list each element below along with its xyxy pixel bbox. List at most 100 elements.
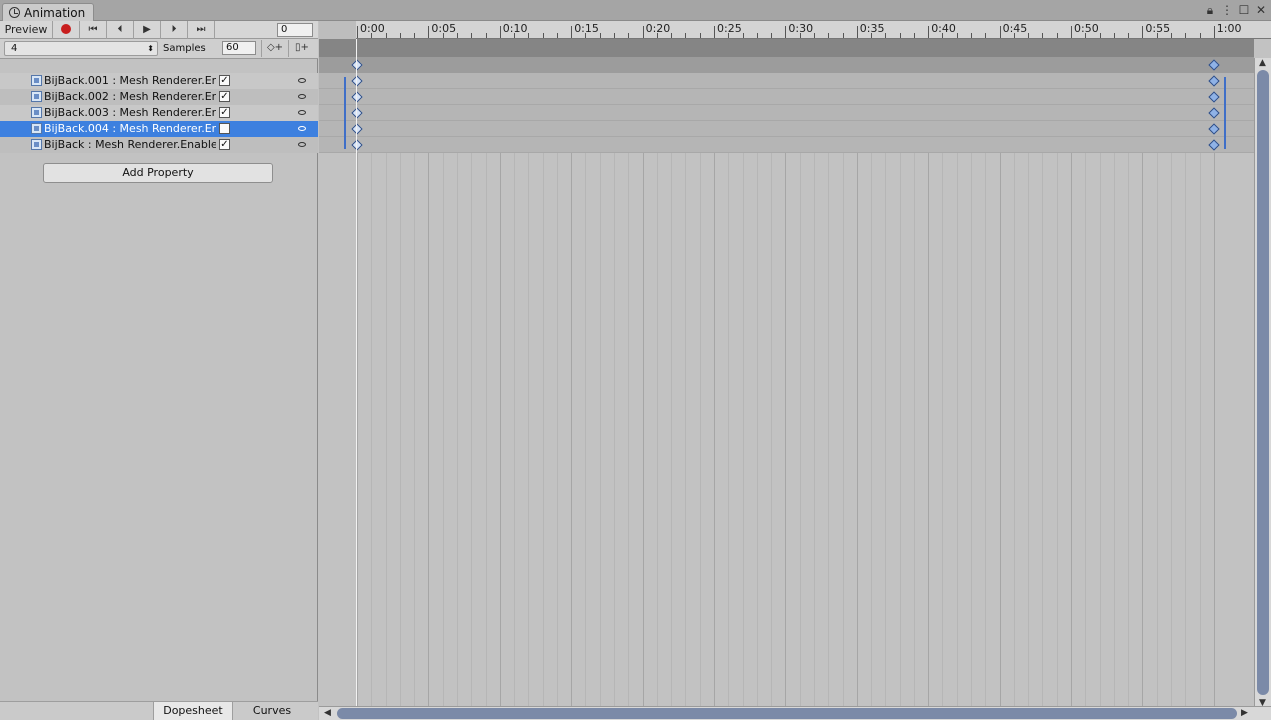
frame-input[interactable]: 0 xyxy=(277,23,313,37)
mesh-renderer-icon xyxy=(31,107,42,118)
property-row[interactable]: BijBack.002 : Mesh Renderer.Enabled ✓ xyxy=(0,89,318,105)
ruler-minor-tick xyxy=(471,33,473,38)
play-icon[interactable]: ▶ xyxy=(134,21,161,39)
visibility-icon[interactable] xyxy=(298,110,306,115)
ruler-minor-tick xyxy=(628,33,630,38)
clip-dropdown[interactable]: 4 ⬍ xyxy=(4,41,158,56)
tab-animation-label: Animation xyxy=(24,6,86,20)
ruler-minor-tick xyxy=(842,33,844,38)
clock-icon xyxy=(9,7,20,18)
visibility-icon[interactable] xyxy=(298,78,306,83)
tick-label: 0:35 xyxy=(859,22,885,35)
ruler-minor-tick xyxy=(1056,33,1058,38)
horizontal-scrollbar[interactable]: ◀ ▶ xyxy=(319,706,1271,720)
track-row[interactable] xyxy=(319,137,1254,153)
ruler-minor-tick xyxy=(514,33,516,38)
mesh-renderer-icon xyxy=(31,91,42,102)
summary-track[interactable] xyxy=(319,57,1254,74)
ruler-minor-tick xyxy=(885,33,887,38)
enabled-checkbox[interactable]: ✓ xyxy=(219,91,230,102)
horizontal-scroll-thumb[interactable] xyxy=(337,708,1237,719)
property-label: BijBack.002 : Mesh Renderer.Enabled xyxy=(44,90,216,103)
visibility-icon[interactable] xyxy=(298,126,306,131)
add-event-icon[interactable]: ▯+ xyxy=(288,40,315,57)
tab-dopesheet[interactable]: Dopesheet xyxy=(153,702,233,720)
record-button[interactable] xyxy=(53,21,80,39)
tick-label: 0:10 xyxy=(502,22,528,35)
tab-animation[interactable]: Animation xyxy=(2,3,94,21)
track-row[interactable] xyxy=(319,121,1254,137)
menu-icon[interactable]: ⋮ xyxy=(1220,3,1234,17)
ruler-minor-tick xyxy=(1099,33,1101,38)
dopesheet-timeline[interactable]: 0:00 0:05 0:10 0:15 0:20 0:25 0:30 0:35 0:40 0:45… xyxy=(319,21,1271,720)
vertical-scrollbar[interactable]: ▲ ▼ xyxy=(1254,58,1271,708)
property-row[interactable]: BijBack.001 : Mesh Renderer.Enabled ✓ xyxy=(0,73,318,89)
track-row[interactable] xyxy=(319,105,1254,121)
enabled-checkbox[interactable]: ✓ xyxy=(219,75,230,86)
ruler-minor-tick xyxy=(899,33,901,38)
ruler-minor-tick xyxy=(456,33,458,38)
selection-bracket-left[interactable] xyxy=(344,77,346,149)
last-key-icon[interactable]: ⏭ xyxy=(188,21,215,39)
scroll-up-icon[interactable]: ▲ xyxy=(1259,58,1266,68)
samples-input[interactable]: 60 xyxy=(222,41,256,55)
ruler-minor-tick xyxy=(414,33,416,38)
property-row[interactable]: BijBack.003 : Mesh Renderer.Enabled ✓ xyxy=(0,105,318,121)
property-row[interactable]: BijBack : Mesh Renderer.Enabled ✓ xyxy=(0,137,318,153)
track-row[interactable] xyxy=(319,73,1254,89)
ruler-minor-tick xyxy=(485,33,487,38)
scroll-right-icon[interactable]: ▶ xyxy=(1241,708,1248,718)
time-ruler[interactable]: 0:00 0:05 0:10 0:15 0:20 0:25 0:30 0:35 0:40 0:45… xyxy=(319,21,1271,39)
maximize-icon[interactable]: ☐ xyxy=(1237,3,1251,17)
ruler-major-tick xyxy=(1142,26,1144,38)
playhead-line[interactable] xyxy=(356,39,357,707)
ruler-minor-tick xyxy=(913,33,915,38)
enabled-checkbox[interactable] xyxy=(219,123,230,134)
visibility-icon[interactable] xyxy=(298,142,306,147)
mesh-renderer-icon xyxy=(31,139,42,150)
ruler-major-tick xyxy=(928,26,930,38)
enabled-checkbox[interactable]: ✓ xyxy=(219,107,230,118)
close-icon[interactable]: ✕ xyxy=(1254,3,1268,17)
ruler-minor-tick xyxy=(1156,33,1158,38)
lock-icon[interactable]: 🔒︎ xyxy=(1203,3,1217,17)
mesh-renderer-icon xyxy=(31,123,42,134)
enabled-checkbox[interactable]: ✓ xyxy=(219,139,230,150)
add-property-button[interactable]: Add Property xyxy=(43,163,273,183)
ruler-major-tick xyxy=(999,26,1001,38)
track-row[interactable] xyxy=(319,89,1254,105)
ruler-major-tick xyxy=(714,26,715,38)
ruler-minor-tick xyxy=(442,33,444,38)
tick-label: 0:45 xyxy=(1002,22,1028,35)
ruler-major-tick xyxy=(642,26,644,38)
tab-curves[interactable]: Curves xyxy=(236,702,308,720)
ruler-major-tick xyxy=(428,26,430,38)
property-row-selected[interactable]: BijBack.004 : Mesh Renderer.Enabled xyxy=(0,121,318,137)
tick-label: 0:50 xyxy=(1074,22,1099,35)
ruler-minor-tick xyxy=(828,33,830,38)
visibility-icon[interactable] xyxy=(298,94,306,99)
next-key-icon[interactable]: ⏵ xyxy=(161,21,188,39)
property-label: BijBack : Mesh Renderer.Enabled xyxy=(44,138,216,151)
record-icon xyxy=(61,24,71,34)
selection-bracket-right[interactable] xyxy=(1224,77,1226,149)
first-key-icon[interactable]: ⏮ xyxy=(80,21,107,39)
hierarchy-panel: Preview ⏮ ⏴ ▶ ⏵ ⏭ 0 4 ⬍ Samples 60 ◇+ ▯+… xyxy=(0,21,318,720)
scroll-left-icon[interactable]: ◀ xyxy=(324,708,331,718)
ruler-minor-tick xyxy=(956,33,958,38)
ruler-minor-tick xyxy=(985,33,987,38)
vertical-scroll-thumb[interactable] xyxy=(1257,70,1269,695)
ruler-minor-tick xyxy=(685,33,687,38)
add-keyframe-icon[interactable]: ◇+ xyxy=(261,40,288,57)
ruler-major-tick xyxy=(1071,26,1072,38)
ruler-minor-tick xyxy=(871,33,873,38)
tick-label: 0:20 xyxy=(645,22,671,35)
ruler-minor-tick xyxy=(542,33,544,38)
ruler-major-tick xyxy=(499,26,501,38)
ruler-minor-tick xyxy=(1170,33,1172,38)
ruler-minor-tick xyxy=(671,33,673,38)
property-label: BijBack.001 : Mesh Renderer.Enabled xyxy=(44,74,216,87)
prev-key-icon[interactable]: ⏴ xyxy=(107,21,134,39)
tick-label: 1:00 xyxy=(1216,22,1242,35)
preview-button[interactable]: Preview xyxy=(0,21,53,39)
